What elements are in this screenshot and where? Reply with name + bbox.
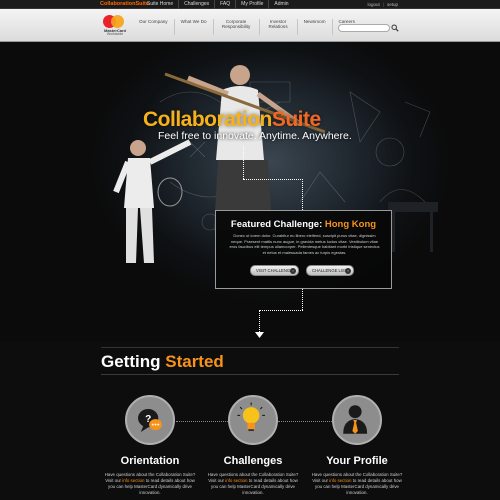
visit-challenge-button[interactable]: VISIT CHALLENGE ›: [250, 265, 299, 276]
nav-my-profile[interactable]: My Profile: [235, 0, 268, 9]
question-bubble-icon: ?: [138, 408, 162, 432]
logo-yellow-circle: [111, 15, 124, 28]
nav-corporate-responsibility[interactable]: Corporate Responsibility: [212, 19, 259, 35]
section-divider-top: [101, 347, 399, 348]
lightbulb-icon: [237, 402, 265, 432]
person-tie-icon: [343, 405, 368, 434]
nav-suite-home[interactable]: Suite Home: [142, 0, 178, 9]
connector-arrow-icon: [255, 332, 264, 338]
connector-line-5: [259, 310, 303, 311]
profile-desc: Have questions about the Collaboration S…: [309, 472, 405, 496]
featured-heading: Featured Challenge: Hong Kong: [216, 219, 391, 230]
hero-title: CollaborationSuite: [143, 108, 321, 132]
hero-subtitle: Feel free to innovate. Anytime. Anywhere…: [158, 130, 352, 142]
info-section-link[interactable]: info section: [329, 478, 351, 483]
connector-line-3: [302, 179, 303, 210]
suite-nav: Suite Home Challenges FAQ My Profile Adm…: [142, 0, 294, 9]
featured-challenge-box: Featured Challenge: Hong Kong Donec ut l…: [215, 210, 392, 289]
logo-sub: Worldwide: [106, 32, 124, 36]
visit-challenge-label: VISIT CHALLENGE: [256, 268, 293, 273]
connector-line-6: [259, 310, 260, 334]
section-divider: [101, 374, 399, 375]
challenges-label: Challenges: [223, 455, 283, 467]
featured-heading-accent: Hong Kong: [324, 219, 377, 230]
featured-body: Donec ut lorem dolor. Curabitur eu liber…: [229, 233, 380, 255]
connector-line-2: [243, 179, 303, 180]
featured-heading-main: Featured Challenge:: [230, 219, 323, 230]
account-links: logout | setup: [368, 0, 398, 9]
table-top: [388, 202, 438, 212]
nav-challenges[interactable]: Challenges: [178, 0, 214, 9]
profile-circle: [332, 395, 382, 445]
profile-label: Your Profile: [326, 455, 388, 467]
info-section-link[interactable]: info section: [225, 478, 247, 483]
hero-title-accent: Suite: [271, 108, 321, 131]
getting-started-title: Getting Started: [101, 352, 224, 372]
nav-what-we-do[interactable]: What We Do: [173, 19, 213, 35]
setup-link[interactable]: setup: [387, 0, 398, 9]
nav-our-company[interactable]: Our Company: [133, 19, 174, 35]
card-connector-1: [176, 421, 230, 422]
site-header: MasterCard Worldwide Our Company What We…: [0, 9, 500, 42]
gs-title-accent: Started: [165, 352, 224, 371]
arrow-right-icon: ›: [345, 267, 351, 274]
challenge-list-button[interactable]: CHALLENGE LIST ›: [306, 265, 354, 276]
connector-line-4: [302, 289, 303, 310]
challenges-desc: Have questions about the Collaboration S…: [205, 472, 301, 496]
challenge-list-label: CHALLENGE LIST: [312, 268, 348, 273]
nav-faq[interactable]: FAQ: [214, 0, 235, 9]
search-icon[interactable]: [391, 24, 399, 32]
challenges-circle: [228, 395, 278, 445]
search-input[interactable]: [338, 24, 390, 32]
child-astronaut-figure: [113, 139, 192, 263]
top-utility-bar: CollaborationSuite Suite Home Challenges…: [0, 0, 500, 9]
card-connector-2: [278, 421, 332, 422]
hero-banner: CollaborationSuite Feel free to innovate…: [0, 42, 500, 342]
orientation-circle: ?: [125, 395, 175, 445]
connector-line-1: [243, 146, 244, 179]
main-nav: Our Company What We Do Corporate Respons…: [133, 19, 361, 35]
gs-title-main: Getting: [101, 352, 161, 371]
nav-newsroom[interactable]: Newsroom: [296, 19, 332, 35]
account-separator: |: [382, 2, 384, 7]
orientation-desc: Have questions about the Collaboration S…: [102, 472, 198, 496]
info-section-link[interactable]: info section: [122, 478, 144, 483]
mastercard-logo[interactable]: MasterCard Worldwide: [101, 15, 127, 36]
hero-title-main: Collaboration: [143, 108, 272, 131]
nav-admin[interactable]: Admin: [268, 0, 293, 9]
page: CollaborationSuite Suite Home Challenges…: [0, 0, 500, 500]
arrow-right-icon: ›: [290, 267, 296, 274]
hero-photo-figures: [113, 65, 438, 263]
logout-link[interactable]: logout: [368, 0, 380, 9]
orientation-label: Orientation: [120, 455, 180, 467]
nav-investor-relations[interactable]: Investor Relations: [258, 19, 297, 35]
brand-main-text: Collaboration: [100, 1, 136, 7]
